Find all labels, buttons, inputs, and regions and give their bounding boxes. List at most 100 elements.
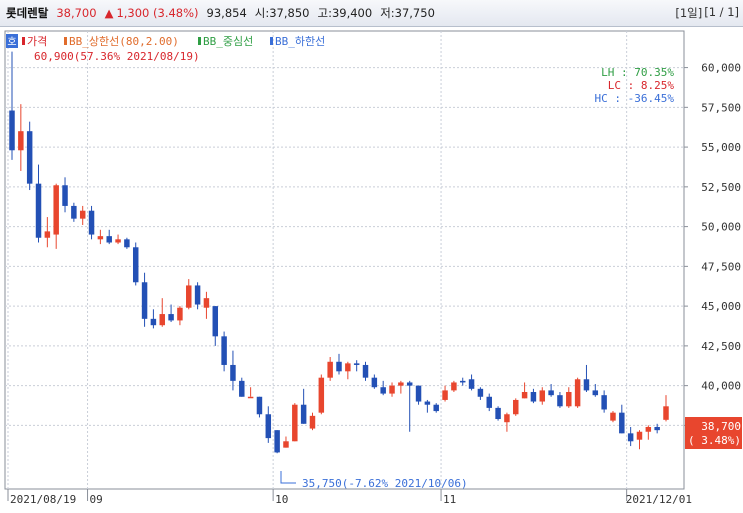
candle-body xyxy=(26,131,33,184)
candle-body xyxy=(645,426,652,432)
x-tick-label: 09 xyxy=(90,493,103,506)
candle-body xyxy=(610,412,616,421)
candle-body xyxy=(132,247,139,283)
legend-marker-bb-lower xyxy=(270,37,273,45)
candle-body xyxy=(663,406,669,420)
candle-body xyxy=(557,395,563,407)
legend-box-label: 호 xyxy=(7,36,16,48)
candle-body xyxy=(583,379,590,391)
legend-marker-bb-upper xyxy=(64,37,67,45)
candle-body xyxy=(406,382,413,386)
candle-body xyxy=(53,185,59,235)
candle-body xyxy=(566,391,572,407)
page-count: [1 / 1] xyxy=(704,5,739,19)
stat-lh: LH : 70.35% xyxy=(601,66,674,79)
candle-body xyxy=(477,388,484,397)
candle-body xyxy=(327,361,333,378)
candle-body xyxy=(495,407,501,420)
candle-body xyxy=(318,377,325,413)
volume: 93,854 xyxy=(206,6,247,20)
chart-area[interactable]: 2021/08/190910112021/12/01 37,50040,0004… xyxy=(0,27,743,513)
candle-body xyxy=(353,363,360,365)
low-price: 저:37,750 xyxy=(380,6,435,20)
candle-body xyxy=(292,404,298,442)
candle-body xyxy=(601,395,607,410)
candle-body xyxy=(230,364,236,381)
period-indicator[interactable]: [1일] xyxy=(675,5,702,21)
candle-body xyxy=(265,414,272,439)
candle-body xyxy=(345,363,351,372)
price-change: 1,300 (3.48%) xyxy=(116,6,199,20)
quote-header: 롯데렌탈 38,700 ▲ 1,300 (3.48%) 93,854 시:37,… xyxy=(0,0,743,27)
candle-body xyxy=(362,364,369,378)
high-price: 고:39,400 xyxy=(317,6,373,20)
candle-body xyxy=(389,385,395,394)
candle-body xyxy=(274,430,280,453)
candle-body xyxy=(521,391,528,399)
candle-body xyxy=(115,239,121,243)
last-price-box: 38,700 ( 3.48%) xyxy=(685,417,742,449)
candle-body xyxy=(62,185,68,206)
legend-marker-price xyxy=(22,37,25,45)
candle-body xyxy=(212,306,219,337)
max-price-note: 60,900(57.36% 2021/08/19) xyxy=(34,50,200,63)
candle-body xyxy=(619,412,625,434)
candle-body xyxy=(627,433,634,442)
candle-body xyxy=(380,387,386,394)
legend-bb-upper: BB_상한선(80,2.00) xyxy=(69,35,179,48)
candle-body xyxy=(398,382,404,386)
candle-body xyxy=(141,282,148,319)
candle-body xyxy=(513,399,519,415)
last-price-value: 38,700 xyxy=(701,420,741,433)
candle-body xyxy=(486,396,492,408)
y-tick-label: 60,000 xyxy=(701,62,741,75)
y-tick-label: 50,000 xyxy=(701,221,741,234)
candle-body xyxy=(247,396,254,399)
stock-name[interactable]: 롯데렌탈 xyxy=(6,5,48,21)
candle-body xyxy=(371,377,378,388)
candle-body xyxy=(592,390,599,396)
candle-body xyxy=(459,380,466,383)
candle-body xyxy=(79,210,86,219)
candle-body xyxy=(300,404,307,424)
candle-body xyxy=(433,404,439,412)
candle-body xyxy=(88,210,95,235)
candle-body xyxy=(654,426,660,431)
candle-body xyxy=(442,390,448,400)
candle-body xyxy=(44,231,51,238)
min-price-note: 35,750(-7.62% 2021/10/06) xyxy=(302,477,468,490)
y-tick-label: 45,000 xyxy=(701,300,741,313)
current-price: 38,700 xyxy=(56,6,97,20)
candlestick-chart[interactable]: 2021/08/190910112021/12/01 37,50040,0004… xyxy=(0,27,743,513)
candle-body xyxy=(548,390,554,396)
open-price: 시:37,850 xyxy=(254,6,310,20)
candle-body xyxy=(283,441,289,448)
candle-body xyxy=(18,131,24,151)
y-tick-label: 57,500 xyxy=(701,101,741,114)
up-arrow-icon: ▲ xyxy=(104,6,114,20)
candle-body xyxy=(35,183,42,238)
y-tick-label: 55,000 xyxy=(701,141,741,154)
candle-body xyxy=(309,415,316,429)
candle-body xyxy=(71,205,77,219)
candle-body xyxy=(424,401,431,405)
last-price-pct: ( 3.48%) xyxy=(688,434,741,447)
legend-bb-center: BB_중심선 xyxy=(203,35,253,48)
x-tick-label: 10 xyxy=(275,493,288,506)
stat-lc: LC : 8.25% xyxy=(608,79,675,92)
candle-body xyxy=(194,285,201,305)
legend-bb-lower: BB_하한선 xyxy=(275,34,325,48)
stat-hc: HC : -36.45% xyxy=(595,92,675,105)
page-indicator: [1일] [1 / 1] xyxy=(675,5,739,21)
candle-body xyxy=(97,236,104,240)
candle-body xyxy=(221,336,227,365)
x-tick-label: 11 xyxy=(443,493,456,506)
y-tick-label: 47,500 xyxy=(701,260,741,273)
y-tick-label: 42,500 xyxy=(701,340,741,353)
y-tick-label: 40,000 xyxy=(701,380,741,393)
candle-body xyxy=(636,431,643,440)
candle-body xyxy=(159,314,165,326)
candle-body xyxy=(574,379,581,407)
y-tick-label: 52,500 xyxy=(701,181,741,194)
candle-body xyxy=(415,385,422,402)
